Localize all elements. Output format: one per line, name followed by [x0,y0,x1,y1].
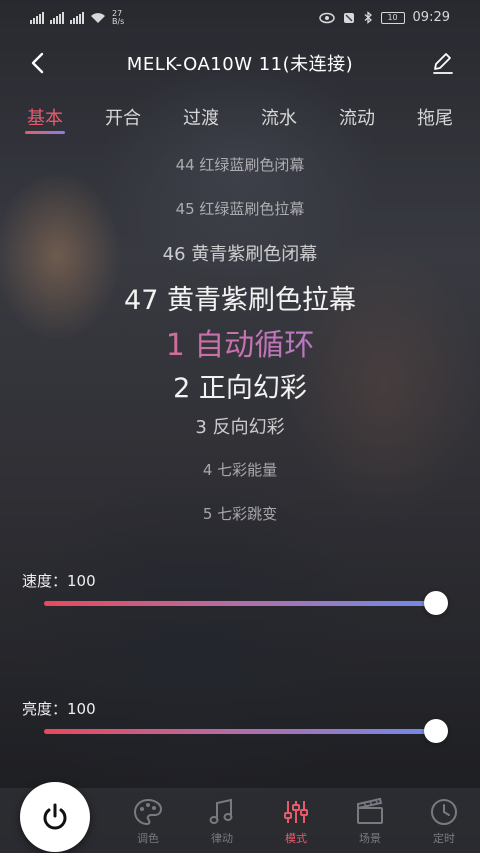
edit-button[interactable] [428,48,458,78]
sim2-signal-icon [50,12,64,24]
nav-color[interactable]: 调色 [118,796,178,846]
tab-flow[interactable]: 流动 [333,100,381,134]
wifi-icon [91,13,105,23]
brightness-label: 亮度： [22,700,68,718]
power-button[interactable] [20,782,90,852]
music-note-icon [209,798,233,824]
sim1-signal-icon [30,12,44,24]
battery-icon: 10 [380,11,405,24]
sliders-icon [284,801,308,823]
picker-item[interactable]: 45 红绿蓝刷色拉幕 [0,198,480,219]
tab-flowing-water[interactable]: 流水 [255,100,303,134]
speed-value: 100 [67,572,96,590]
palette-icon [133,798,163,826]
status-bar: 27 B/s 10 09:29 [0,0,480,36]
tab-transition[interactable]: 过渡 [177,100,225,134]
clapperboard-icon [357,797,383,824]
sim3-signal-icon [70,12,84,24]
picker-item[interactable]: 3 反向幻彩 [0,413,480,439]
tab-basic[interactable]: 基本 [21,100,69,134]
picker-item[interactable]: 47 黄青紫刷色拉幕 [0,278,480,317]
nav-timer[interactable]: 定时 [414,796,474,846]
nav-rhythm[interactable]: 律动 [192,796,252,846]
header: MELK-OA10W 11(未连接) [0,40,480,84]
picker-item-selected[interactable]: 1 自动循环 [0,320,480,364]
eye-icon [318,12,335,23]
pencil-icon [433,53,453,74]
speed-slider-thumb[interactable] [424,591,448,615]
speed-label: 速度： [22,572,68,590]
clock-time: 09:29 [412,10,450,25]
nav-mode-label: 模式 [285,832,307,845]
brightness-slider-track[interactable] [44,729,436,734]
nav-color-label: 调色 [137,832,159,845]
speed-slider-track[interactable] [44,601,436,606]
picker-item[interactable]: 44 红绿蓝刷色闭幕 [0,154,480,175]
mode-tabs: 基本 开合 过渡 流水 流动 拖尾 [0,100,480,140]
picker-item[interactable]: 46 黄青紫刷色闭幕 [0,240,480,266]
power-icon [43,803,67,830]
picker-item[interactable]: 5 七彩跳变 [0,503,480,524]
device-title: MELK-OA10W 11(未连接) [126,54,354,75]
bluetooth-icon [364,11,372,24]
nav-mode[interactable]: 模式 [266,796,326,846]
brightness-label-row: 亮度：100 [22,698,96,719]
network-speed: 27 B/s [112,9,125,26]
brightness-value: 100 [67,700,96,718]
nav-scene-label: 场景 [359,832,381,845]
brightness-slider-thumb[interactable] [424,719,448,743]
nav-timer-label: 定时 [433,832,455,845]
clock-icon [431,799,457,825]
tab-trail[interactable]: 拖尾 [411,100,459,134]
speed-label-row: 速度：100 [22,570,96,591]
nav-rhythm-label: 律动 [211,832,233,845]
picker-item[interactable]: 2 正向幻彩 [0,366,480,405]
bottom-nav: 调色 律动 模式 场景 定时 [0,782,480,853]
mute-icon [343,12,354,23]
tab-open-close[interactable]: 开合 [99,100,147,134]
nav-scene[interactable]: 场景 [340,796,400,846]
picker-item[interactable]: 4 七彩能量 [0,459,480,480]
